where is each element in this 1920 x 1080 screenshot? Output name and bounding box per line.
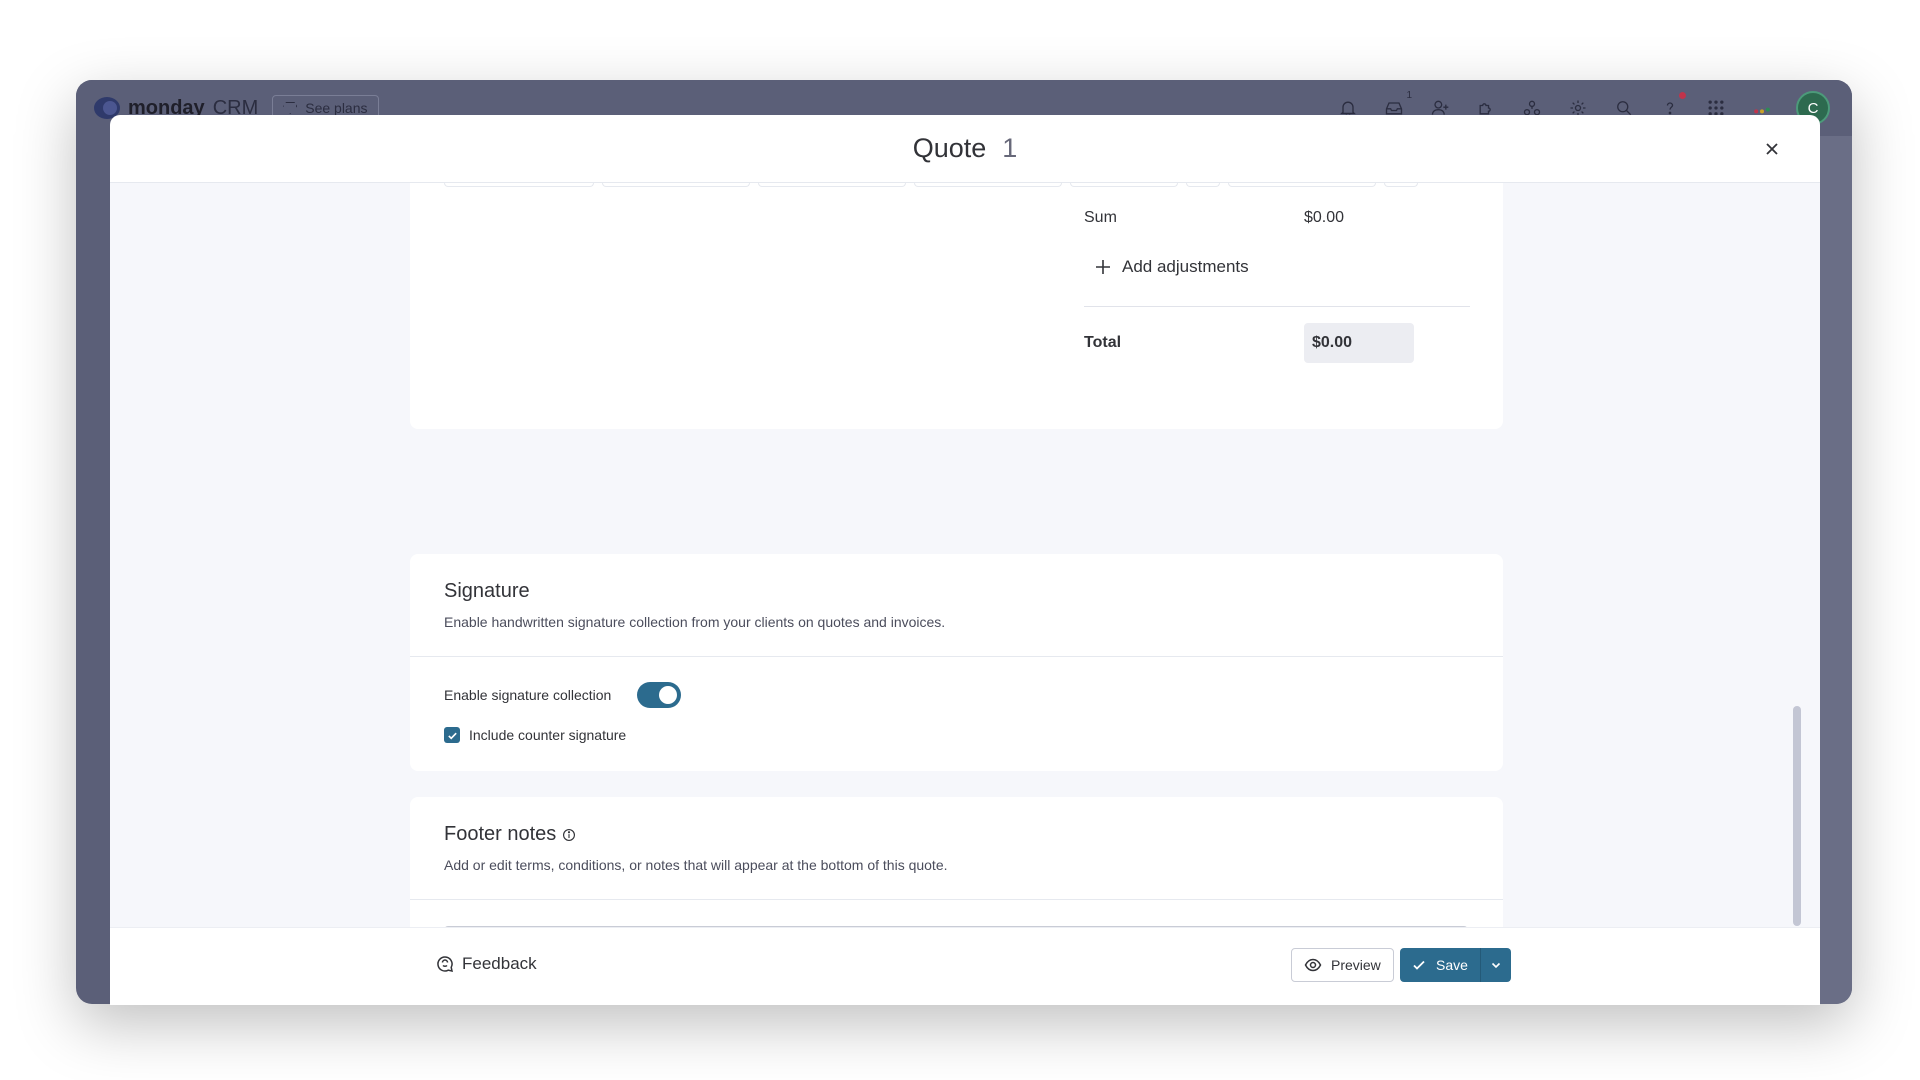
total-label: Total bbox=[1084, 334, 1122, 351]
plus-icon bbox=[1096, 260, 1110, 274]
signature-toggle-row: Enable signature collection bbox=[444, 682, 682, 708]
preview-label: Preview bbox=[1331, 957, 1381, 973]
diamond-icon bbox=[283, 102, 298, 114]
table-cell bbox=[602, 183, 750, 187]
footer-notes-title-row: Footer notes bbox=[444, 823, 1469, 846]
save-label: Save bbox=[1436, 957, 1468, 973]
signature-toggle-label: Enable signature collection bbox=[444, 687, 612, 703]
add-adjustments-label: Add adjustments bbox=[1122, 257, 1249, 276]
feedback-button[interactable]: Feedback bbox=[436, 954, 537, 974]
table-cell bbox=[1228, 183, 1376, 187]
quote-number: 1 bbox=[1002, 133, 1018, 163]
table-cell bbox=[1384, 183, 1418, 187]
save-button[interactable]: Save bbox=[1400, 948, 1481, 982]
table-cell bbox=[1070, 183, 1178, 187]
signature-description: Enable handwritten signature collection … bbox=[444, 614, 946, 630]
sum-value: $0.00 bbox=[1304, 209, 1345, 226]
total-value: $0.00 bbox=[1304, 323, 1414, 363]
save-options-button[interactable] bbox=[1481, 948, 1511, 982]
total-row: Total $0.00 bbox=[1084, 323, 1470, 363]
close-button[interactable] bbox=[1760, 137, 1784, 161]
check-icon bbox=[1413, 960, 1425, 970]
footer-notes-card: Footer notes Add or edit terms, conditio… bbox=[410, 797, 1503, 927]
see-plans-label: See plans bbox=[305, 100, 368, 116]
quote-title[interactable]: Quote bbox=[913, 133, 987, 164]
table-row-remnant bbox=[444, 183, 1418, 187]
close-icon bbox=[1766, 143, 1778, 155]
counter-signature-row: Include counter signature bbox=[444, 727, 626, 743]
modal-header: Quote 1 bbox=[110, 115, 1820, 183]
add-adjustments-button[interactable]: Add adjustments bbox=[1094, 257, 1249, 277]
signature-toggle[interactable] bbox=[637, 682, 682, 708]
eye-icon bbox=[1304, 958, 1322, 972]
info-icon[interactable] bbox=[562, 828, 576, 842]
signature-header: Signature Enable handwritten signature c… bbox=[410, 554, 1503, 657]
help-notification-dot bbox=[1679, 92, 1686, 99]
signature-card: Signature Enable handwritten signature c… bbox=[410, 554, 1503, 771]
footer-notes-description: Add or edit terms, conditions, or notes … bbox=[444, 857, 948, 873]
chevron-down-icon bbox=[1491, 962, 1500, 969]
totals-divider bbox=[1084, 306, 1470, 307]
feedback-label: Feedback bbox=[462, 954, 537, 973]
signature-title: Signature bbox=[444, 580, 530, 602]
check-icon bbox=[447, 732, 457, 740]
footer-notes-header: Footer notes Add or edit terms, conditio… bbox=[410, 797, 1503, 900]
counter-signature-checkbox[interactable] bbox=[444, 727, 460, 743]
table-cell bbox=[444, 183, 594, 187]
table-cell bbox=[758, 183, 906, 187]
footer-notes-title: Footer notes bbox=[444, 823, 557, 845]
preview-button[interactable]: Preview bbox=[1291, 948, 1394, 982]
modal-body: Sum $0.00 Add adjustments Total $0.00 Si… bbox=[110, 183, 1820, 927]
sum-label: Sum bbox=[1084, 209, 1117, 226]
table-cell bbox=[914, 183, 1062, 187]
app-right-strip bbox=[1816, 136, 1852, 1004]
modal-title: Quote 1 bbox=[913, 133, 1018, 164]
save-split-button: Save bbox=[1400, 948, 1511, 982]
table-cell bbox=[1186, 183, 1220, 187]
modal-footer: Feedback Preview Save bbox=[110, 927, 1820, 1005]
sum-row: Sum $0.00 bbox=[1084, 209, 1470, 227]
inbox-count: 1 bbox=[1406, 90, 1412, 101]
toggle-knob bbox=[659, 686, 678, 704]
totals-card: Sum $0.00 Add adjustments Total $0.00 bbox=[410, 183, 1503, 429]
scrollbar-thumb[interactable] bbox=[1793, 706, 1801, 926]
counter-signature-label[interactable]: Include counter signature bbox=[469, 727, 626, 743]
modal-scrollbar[interactable] bbox=[1792, 183, 1802, 927]
feedback-icon bbox=[437, 956, 453, 972]
quote-modal: Quote 1 Sum $0.00 Add adjustments Total … bbox=[110, 115, 1820, 1005]
